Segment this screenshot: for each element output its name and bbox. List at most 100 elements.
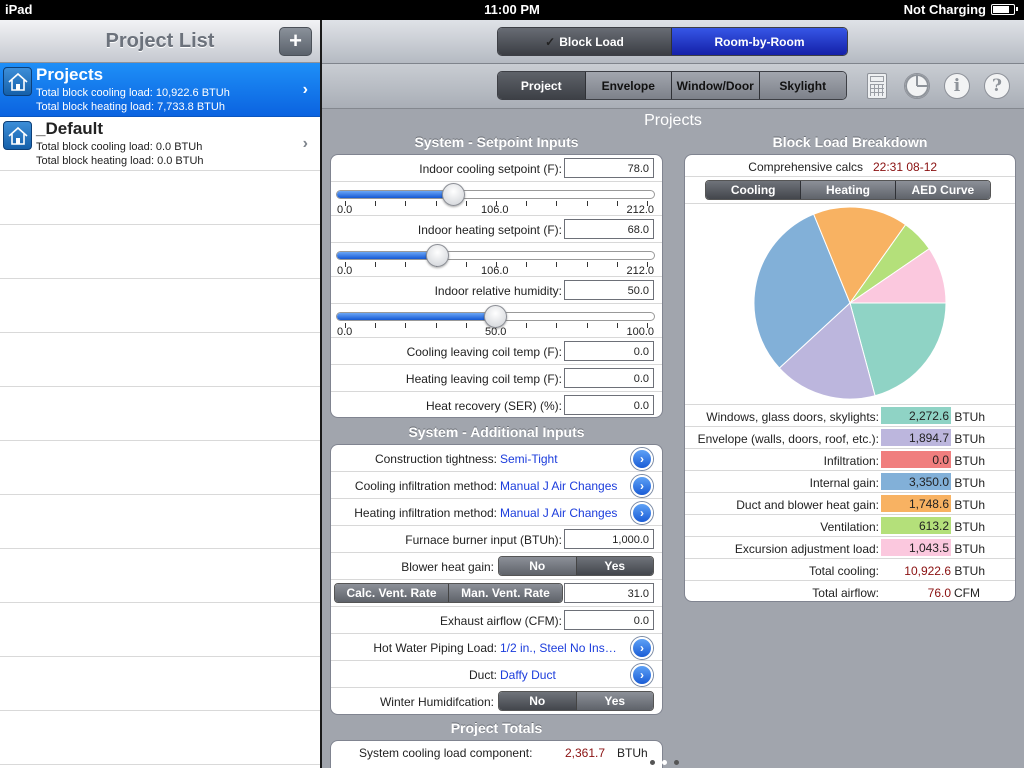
project-row[interactable]: _Default Total block cooling load: 0.0 BT…	[0, 117, 320, 171]
empty-row	[0, 333, 320, 387]
disclosure-icon[interactable]: ›	[631, 664, 653, 686]
project-cooling-load: Total block cooling load: 0.0 BTUh	[36, 141, 203, 153]
chevron-right-icon: ›	[302, 81, 308, 98]
humidification-yes-button[interactable]: Yes	[576, 692, 653, 710]
breakdown-row: Excursion adjustment load: 1,043.5 BTUh	[685, 537, 1015, 559]
info-icon[interactable]: i	[944, 73, 970, 99]
duct-value[interactable]: Daffy Duct	[500, 668, 622, 682]
man-vent-rate-button[interactable]: Man. Vent. Rate	[449, 584, 562, 602]
heating-setpoint-field[interactable]: 68.0	[564, 219, 654, 239]
empty-row	[0, 711, 320, 765]
page-title: Projects	[644, 112, 702, 129]
vent-rate-toggle: Calc. Vent. Rate Man. Vent. Rate	[334, 583, 563, 603]
tab-window-door[interactable]: Window/Door	[672, 72, 760, 99]
breakdown-row: Internal gain: 3,350.0 BTUh	[685, 471, 1015, 493]
furnace-row: Furnace burner input (BTUh): 1,000.0	[331, 526, 662, 553]
piping-value[interactable]: 1/2 in., Steel No Insulation	[500, 641, 622, 655]
total-cooling-row: Total cooling: 10,922.6 BTUh	[685, 559, 1015, 581]
page-indicator[interactable]	[650, 760, 679, 765]
comprehensive-calcs-row: Comprehensive calcs 22:31 08-12	[685, 155, 1015, 177]
breakdown-segmented-control: Cooling Heating AED Curve	[705, 180, 991, 200]
construction-tightness-value[interactable]: Semi-Tight	[500, 452, 622, 466]
project-name: _Default	[36, 119, 104, 138]
cooling-infiltration-row[interactable]: Cooling infiltration method: Manual J Ai…	[331, 472, 662, 499]
heat-recovery-field[interactable]: 0.0	[564, 395, 654, 415]
add-project-button[interactable]: +	[279, 27, 312, 56]
disclosure-icon[interactable]: ›	[631, 448, 653, 470]
house-icon	[3, 67, 32, 96]
breakdown-value-swatch: 3,350.0	[881, 473, 951, 490]
pie-chart-icon[interactable]	[904, 73, 930, 99]
breakdown-value-swatch: 1,894.7	[881, 429, 951, 446]
project-cooling-load: Total block cooling load: 10,922.6 BTUh	[36, 87, 230, 99]
disclosure-icon[interactable]: ›	[631, 475, 653, 497]
breakdown-value-swatch: 2,272.6	[881, 407, 951, 424]
calc-vent-rate-button[interactable]: Calc. Vent. Rate	[335, 584, 449, 602]
slider-knob[interactable]	[426, 244, 450, 267]
heating-setpoint-slider[interactable]: 0.0 106.0 212.0	[331, 243, 662, 277]
blower-no-button[interactable]: No	[499, 557, 577, 575]
totals-panel: System cooling load component: 2,361.7 B…	[330, 740, 663, 768]
disclosure-icon[interactable]: ›	[631, 637, 653, 659]
exhaust-field[interactable]: 0.0	[564, 610, 654, 630]
cooling-coil-field[interactable]: 0.0	[564, 341, 654, 361]
project-name: Projects	[36, 65, 104, 84]
battery-icon	[991, 4, 1018, 15]
construction-tightness-row[interactable]: Construction tightness: Semi-Tight ›	[331, 445, 662, 472]
totals-row: System cooling load component: 2,361.7 B…	[359, 746, 648, 760]
slider-knob[interactable]	[483, 305, 507, 328]
piping-row[interactable]: Hot Water Piping Load: 1/2 in., Steel No…	[331, 634, 662, 661]
tab-room-by-room[interactable]: Room-by-Room	[672, 28, 847, 55]
status-bar: iPad 11:00 PM Not Charging	[0, 0, 1024, 20]
cooling-setpoint-row: Indoor cooling setpoint (F): 78.0	[331, 155, 662, 182]
tab-block-load[interactable]: ✓ Block Load	[498, 28, 672, 55]
breakdown-pie-chart	[753, 206, 947, 400]
duct-row[interactable]: Duct: Daffy Duct ›	[331, 661, 662, 688]
blower-yes-button[interactable]: Yes	[576, 557, 653, 575]
humidification-row: Winter Humidifcation: No Yes	[331, 688, 662, 714]
humidity-slider[interactable]: 0.0 50.0 100.0	[331, 304, 662, 338]
heating-infiltration-value[interactable]: Manual J Air Changes	[500, 506, 622, 520]
tab-project[interactable]: Project	[498, 72, 586, 99]
cooling-coil-row: Cooling leaving coil temp (F): 0.0	[331, 338, 662, 365]
humidification-no-button[interactable]: No	[499, 692, 577, 710]
breakdown-value-swatch: 613.2	[881, 517, 951, 534]
breakdown-value-swatch: 1,748.6	[881, 495, 951, 512]
total-airflow-row: Total airflow: 76.0 CFM	[812, 586, 980, 600]
tab-skylight[interactable]: Skylight	[759, 72, 846, 99]
cooling-infiltration-value[interactable]: Manual J Air Changes	[500, 479, 622, 493]
cooling-setpoint-field[interactable]: 78.0	[564, 158, 654, 178]
project-row[interactable]: Projects Total block cooling load: 10,922…	[0, 63, 320, 117]
empty-row	[0, 171, 320, 225]
tab-cooling[interactable]: Cooling	[706, 181, 802, 199]
cooling-setpoint-slider[interactable]: 0.0 106.0 212.0	[331, 182, 662, 216]
empty-row	[0, 225, 320, 279]
help-icon[interactable]: ?	[984, 73, 1010, 99]
tab-aed-curve[interactable]: AED Curve	[895, 181, 990, 199]
breakdown-row: Infiltration: 0.0 BTUh	[685, 449, 1015, 471]
project-list: Projects Total block cooling load: 10,922…	[0, 63, 320, 765]
tab-heating[interactable]: Heating	[801, 181, 896, 199]
heating-coil-field[interactable]: 0.0	[564, 368, 654, 388]
blower-toggle: No Yes	[498, 556, 654, 576]
additional-panel: Construction tightness: Semi-Tight › Coo…	[330, 444, 663, 715]
heating-setpoint-row: Indoor heating setpoint (F): 68.0	[331, 216, 662, 243]
pie-chart-area	[685, 204, 1015, 405]
breakdown-panel: Comprehensive calcs 22:31 08-12 Cooling …	[684, 154, 1016, 602]
chevron-right-icon: ›	[302, 135, 308, 152]
vent-rate-field[interactable]: 31.0	[564, 583, 654, 603]
calculator-icon[interactable]	[867, 73, 887, 99]
tab-envelope[interactable]: Envelope	[585, 72, 672, 99]
furnace-field[interactable]: 1,000.0	[564, 529, 654, 549]
empty-row	[0, 603, 320, 657]
slider-knob[interactable]	[442, 183, 466, 206]
empty-row	[0, 549, 320, 603]
humidity-row: Indoor relative humidity: 50.0	[331, 277, 662, 304]
humidity-field[interactable]: 50.0	[564, 280, 654, 300]
blower-row: Blower heat gain: No Yes	[331, 553, 662, 580]
heating-infiltration-row[interactable]: Heating infiltration method: Manual J Ai…	[331, 499, 662, 526]
disclosure-icon[interactable]: ›	[631, 502, 653, 524]
empty-row	[0, 441, 320, 495]
empty-row	[0, 657, 320, 711]
breakdown-value-swatch: 1,043.5	[881, 539, 951, 556]
